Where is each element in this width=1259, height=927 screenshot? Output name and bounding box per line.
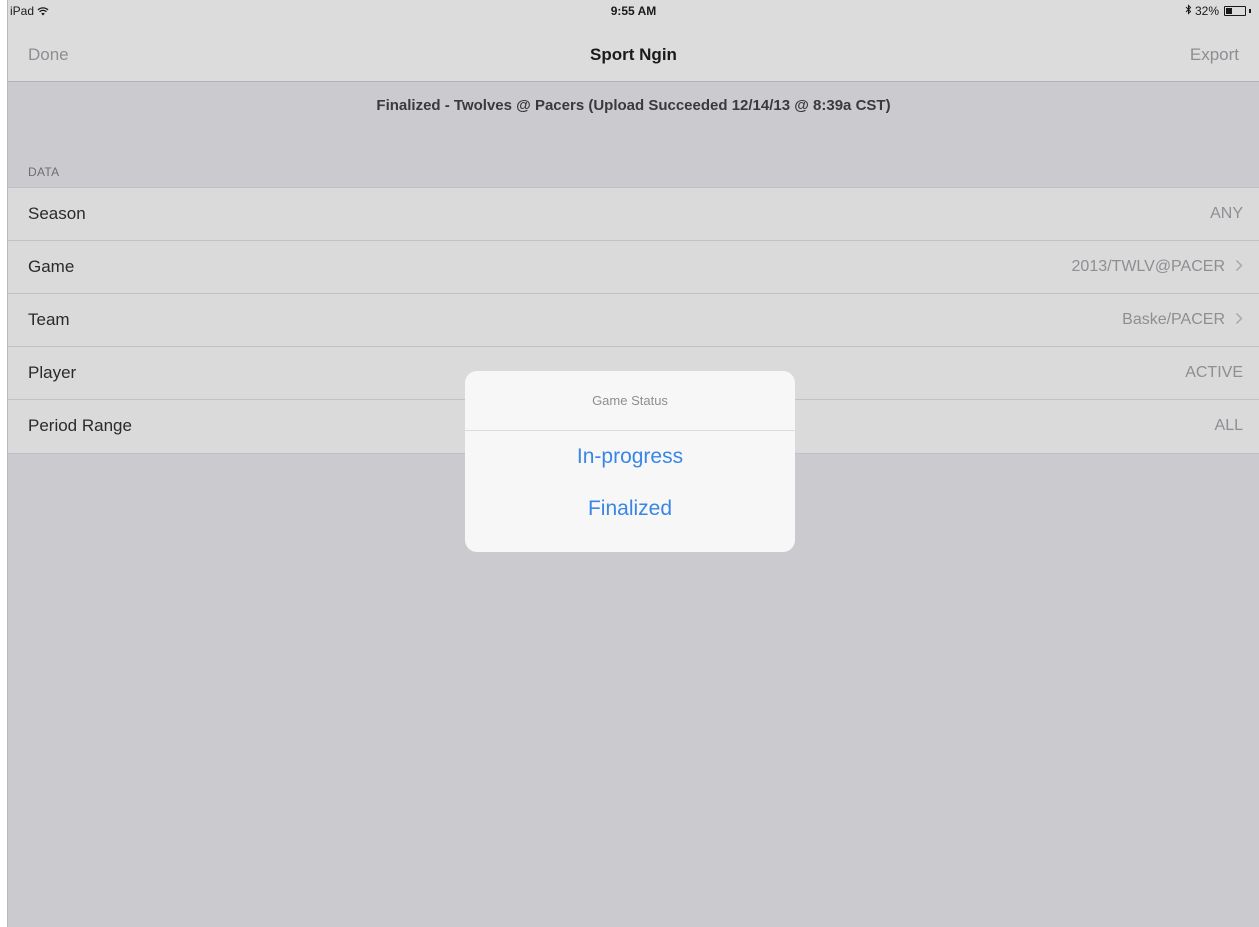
section-header: DATA xyxy=(28,165,60,179)
row-value-text: 2013/TWLV@PACER xyxy=(1071,258,1225,275)
battery-fill xyxy=(1226,8,1232,14)
battery-percent: 32% xyxy=(1194,4,1219,18)
battery-tip xyxy=(1249,9,1251,13)
upload-status: Finalized - Twolves @ Pacers (Upload Suc… xyxy=(376,97,891,114)
status-bar: iPad 9:55 AM 32% xyxy=(8,0,1259,28)
finalized-option[interactable]: Finalized xyxy=(465,497,795,521)
bluetooth-icon xyxy=(1185,4,1192,18)
row-value: Baske/PACER xyxy=(1122,311,1243,329)
row-season[interactable]: Season ANY xyxy=(8,188,1259,241)
row-label: Game xyxy=(28,257,75,276)
row-team[interactable]: Team Baske/PACER xyxy=(8,294,1259,347)
ipad-screen: iPad 9:55 AM 32% Done Sport Ngin Export … xyxy=(8,0,1259,927)
row-value-text: ACTIVE xyxy=(1185,364,1243,381)
chevron-right-icon xyxy=(1235,312,1243,329)
game-status-alert: Game Status In-progress Finalized xyxy=(465,371,795,552)
nav-title: Sport Ngin xyxy=(590,45,677,64)
row-value: ALL xyxy=(1215,417,1243,435)
row-label: Season xyxy=(28,204,86,223)
row-value: 2013/TWLV@PACER xyxy=(1072,258,1243,276)
row-value-text: ANY xyxy=(1210,205,1243,222)
row-value: ACTIVE xyxy=(1185,364,1243,382)
alert-title: Game Status xyxy=(592,393,668,408)
in-progress-option[interactable]: In-progress xyxy=(465,445,795,469)
row-label: Period Range xyxy=(28,416,132,435)
status-right: 32% xyxy=(1185,4,1251,18)
battery-icon xyxy=(1224,6,1246,16)
row-label: Player xyxy=(28,363,77,382)
row-game[interactable]: Game 2013/TWLV@PACER xyxy=(8,241,1259,294)
left-edge xyxy=(0,0,8,927)
export-button[interactable]: Export xyxy=(1190,45,1239,65)
chevron-right-icon xyxy=(1235,259,1243,276)
row-label: Team xyxy=(28,310,70,329)
alert-divider xyxy=(465,430,795,431)
navigation-bar: Done Sport Ngin Export xyxy=(8,28,1259,82)
row-value-text: Baske/PACER xyxy=(1122,311,1225,328)
status-time: 9:55 AM xyxy=(610,4,657,18)
row-value-text: ALL xyxy=(1214,417,1243,434)
row-value: ANY xyxy=(1210,205,1243,223)
